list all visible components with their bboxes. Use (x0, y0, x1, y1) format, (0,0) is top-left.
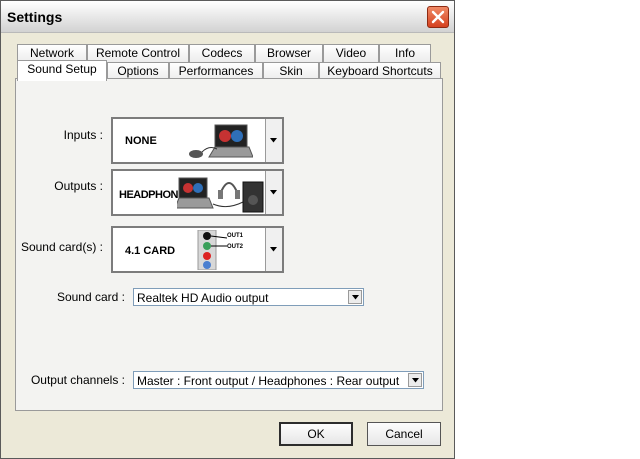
soundcard-value: Realtek HD Audio output (137, 291, 269, 305)
output-channels-dropdown-button[interactable] (408, 373, 422, 387)
outputs-dropdown-button[interactable] (265, 171, 282, 214)
jack-connector-lines (211, 235, 227, 247)
laptop-headphones-speaker-icon (177, 177, 264, 213)
tab-video[interactable]: Video (323, 44, 379, 62)
tab-codecs[interactable]: Codecs (189, 44, 255, 62)
tab-sound-setup[interactable]: Sound Setup (17, 60, 107, 81)
inputs-label: Inputs : (63, 128, 103, 142)
ok-button[interactable]: OK (279, 422, 353, 446)
chevron-down-icon (270, 190, 277, 195)
laptop-mouse-icon (189, 124, 253, 158)
soundcards-dropdown-button[interactable] (265, 228, 282, 271)
close-button[interactable] (427, 6, 449, 28)
title-bar[interactable]: Settings (1, 1, 454, 33)
soundcard-select[interactable]: Realtek HD Audio output (133, 288, 364, 306)
tab-browser[interactable]: Browser (255, 44, 323, 62)
output-channels-value: Master : Front output / Headphones : Rea… (137, 374, 400, 388)
output-channels-select[interactable]: Master : Front output / Headphones : Rea… (133, 371, 424, 389)
chevron-down-icon (412, 378, 419, 383)
outputs-select[interactable]: HEADPHONES (111, 169, 284, 216)
cancel-button[interactable]: Cancel (367, 422, 441, 446)
output-channels-label: Output channels : (30, 373, 125, 387)
outputs-label: Outputs : (54, 179, 103, 193)
out1-label: OUT1 (227, 233, 244, 239)
chevron-down-icon (270, 138, 277, 143)
soundcards-label: Sound card(s) : (20, 240, 103, 254)
close-icon (431, 10, 445, 24)
chevron-down-icon (270, 247, 277, 252)
window-title: Settings (7, 9, 63, 25)
soundcards-select[interactable]: 4.1 CARD OUT1 OUT2 (111, 226, 284, 273)
inputs-dropdown-button[interactable] (265, 119, 282, 162)
settings-window: Settings Network Remote Control Codecs B… (0, 0, 455, 459)
chevron-down-icon (352, 295, 359, 300)
soundcard-dropdown-button[interactable] (348, 290, 362, 304)
inputs-value: NONE (125, 135, 157, 147)
soundcards-value: 4.1 CARD (125, 245, 176, 257)
tab-info[interactable]: Info (379, 44, 431, 62)
inputs-select[interactable]: NONE (111, 117, 284, 164)
soundcard-label: Sound card : (56, 290, 125, 304)
out2-label: OUT2 (227, 244, 244, 250)
